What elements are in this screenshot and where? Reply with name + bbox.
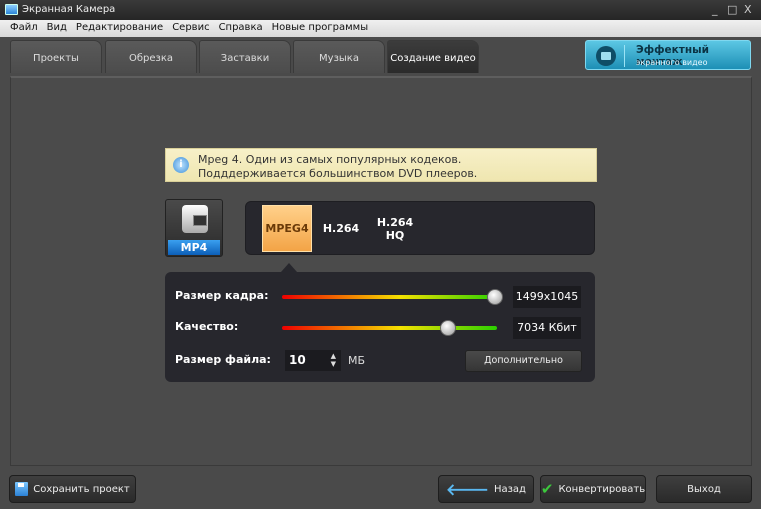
- back-button[interactable]: 🡐 Назад: [438, 475, 534, 503]
- tab-trim[interactable]: Обрезка: [105, 40, 197, 73]
- codec-mpeg4[interactable]: MPEG4: [262, 205, 312, 252]
- main-panel: [10, 76, 752, 466]
- window-title: Экранная Камера: [22, 4, 116, 15]
- maximize-button[interactable]: □: [727, 3, 737, 16]
- menu-edit[interactable]: Редактирование: [72, 20, 168, 37]
- floppy-icon: [15, 482, 29, 496]
- stepper-arrows-icon[interactable]: ▲ ▼: [331, 352, 336, 368]
- title-bar: Экранная Камера _ □ X: [0, 0, 761, 20]
- tab-intros[interactable]: Заставки: [199, 40, 291, 73]
- codec-h264[interactable]: H.264: [316, 205, 366, 252]
- advanced-button[interactable]: Дополнительно: [465, 350, 582, 372]
- menu-view[interactable]: Вид: [43, 20, 72, 37]
- exit-button[interactable]: Выход: [656, 475, 752, 503]
- file-size-stepper[interactable]: 10 ▲ ▼: [285, 350, 341, 371]
- promo-button[interactable]: Эффектный монтаж экранного видео: [585, 40, 751, 70]
- tab-music[interactable]: Музыка: [293, 40, 385, 73]
- info-line-1: Mpeg 4. Один из самых популярных кодеков…: [198, 153, 462, 166]
- menu-service[interactable]: Сервис: [168, 20, 214, 37]
- format-label: MP4: [168, 240, 220, 255]
- info-banner: i Mpeg 4. Один из самых популярных кодек…: [165, 148, 597, 182]
- camcorder-icon: [182, 205, 208, 233]
- frame-size-label: Размер кадра:: [175, 289, 269, 302]
- minimize-button[interactable]: _: [712, 3, 718, 16]
- promo-subtitle: экранного видео: [636, 58, 708, 67]
- frame-size-value: 1499x1045: [513, 286, 581, 308]
- checkmark-icon: ✔: [540, 480, 554, 498]
- slider-thumb[interactable]: [439, 320, 456, 336]
- menu-help[interactable]: Справка: [215, 20, 268, 37]
- file-size-unit: МБ: [348, 354, 366, 367]
- menu-file[interactable]: Файл: [6, 20, 43, 37]
- codec-selector: MPEG4 H.264 H.264 HQ: [245, 201, 595, 255]
- slider-thumb[interactable]: [486, 289, 503, 305]
- codec-h264-hq[interactable]: H.264 HQ: [370, 205, 420, 252]
- settings-panel: Размер кадра: 1499x1045 Качество: 7034 К…: [165, 263, 595, 382]
- file-size-label: Размер файла:: [175, 353, 271, 366]
- frame-size-slider[interactable]: [282, 289, 503, 305]
- tab-projects[interactable]: Проекты: [10, 40, 102, 73]
- clapper-icon: [596, 46, 616, 66]
- format-mp4-button[interactable]: MP4: [165, 199, 223, 257]
- close-button[interactable]: X: [744, 3, 752, 16]
- quality-value: 7034 Кбит: [513, 317, 581, 339]
- save-label: Сохранить проект: [33, 483, 130, 495]
- file-size-value: 10: [289, 353, 306, 367]
- quality-slider[interactable]: [282, 320, 497, 336]
- back-label: Назад: [493, 483, 526, 495]
- quality-label: Качество:: [175, 320, 239, 333]
- arrow-left-icon: 🡐: [446, 480, 489, 499]
- convert-label: Конвертировать: [558, 483, 646, 495]
- tab-create-video[interactable]: Создание видео: [387, 40, 479, 73]
- menu-new-programs[interactable]: Новые программы: [268, 20, 373, 37]
- save-project-button[interactable]: Сохранить проект: [9, 475, 136, 503]
- app-icon: [5, 4, 18, 15]
- info-icon: i: [173, 157, 189, 173]
- menu-bar: Файл Вид Редактирование Сервис Справка Н…: [0, 20, 761, 37]
- convert-button[interactable]: ✔ Конвертировать: [540, 475, 646, 503]
- info-line-2: Подддерживается большинством DVD плееров…: [198, 167, 478, 180]
